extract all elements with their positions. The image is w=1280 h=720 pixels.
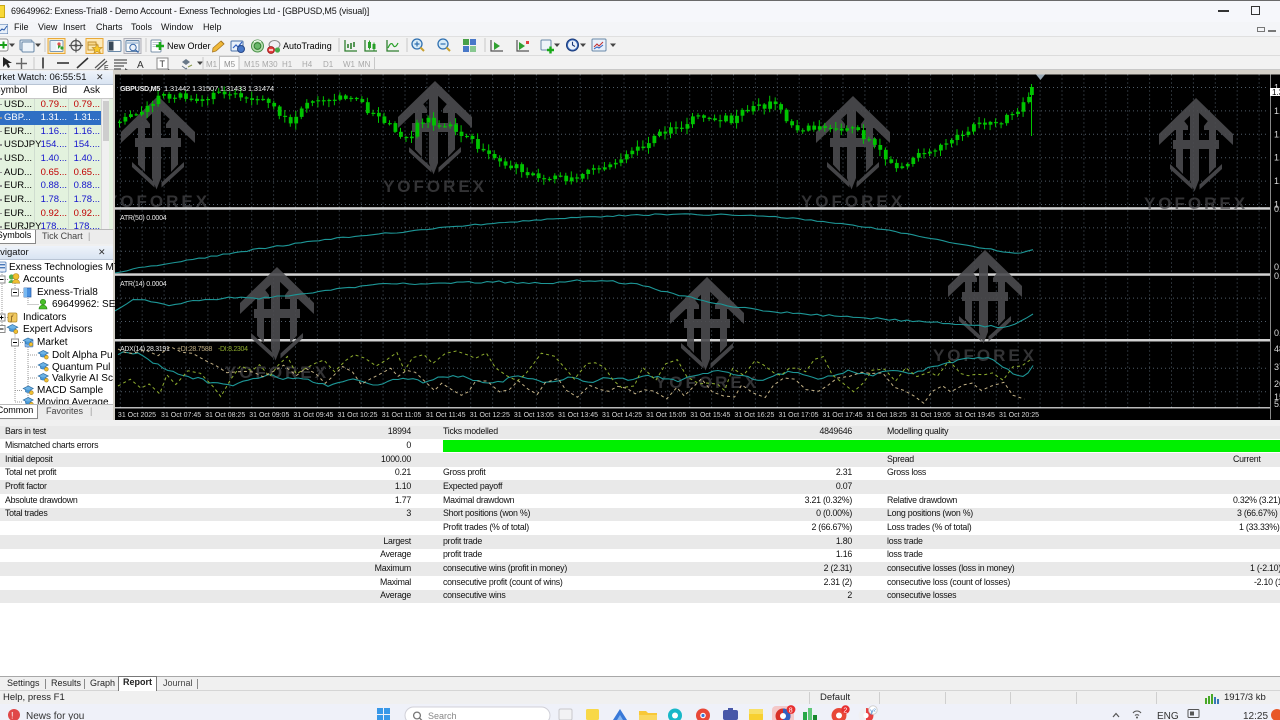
svg-text:ENG: ENG	[1157, 711, 1179, 720]
svg-text:31 Oct 20:25: 31 Oct 20:25	[999, 412, 1039, 419]
svg-text:31 Oct 11:05: 31 Oct 11:05	[382, 412, 422, 419]
svg-text:31 Oct 11:45: 31 Oct 11:45	[426, 412, 466, 419]
svg-text:y²: y²	[870, 708, 876, 715]
svg-text:ATR(50) 0.0004: ATR(50) 0.0004	[120, 215, 167, 222]
svg-text:31 Oct 15:45: 31 Oct 15:45	[690, 412, 730, 419]
svg-text:ATR(14) 0.0004: ATR(14) 0.0004	[120, 281, 167, 288]
svg-text:2: 2	[843, 707, 847, 714]
svg-text:YOFOREX: YOFOREX	[801, 192, 905, 211]
svg-text:31 Oct 16:25: 31 Oct 16:25	[734, 412, 774, 419]
svg-text:31 Oct 09:45: 31 Oct 09:45	[293, 412, 333, 419]
svg-text:-DI:8.2304: -DI:8.2304	[218, 346, 248, 353]
svg-text:0.0004: 0.0004	[1274, 271, 1280, 281]
svg-text:12:25: 12:25	[1243, 711, 1268, 720]
svg-text:W1: W1	[343, 60, 356, 69]
svg-text:0.0004: 0.0004	[1274, 204, 1280, 214]
svg-text:AutoTrading: AutoTrading	[283, 41, 332, 51]
svg-text:M15: M15	[244, 60, 260, 69]
svg-text:31 Oct 17:05: 31 Oct 17:05	[778, 412, 818, 419]
svg-text:31 Oct 18:25: 31 Oct 18:25	[867, 412, 907, 419]
svg-text:News for you: News for you	[26, 711, 84, 720]
svg-text:1.31440: 1.31440	[1274, 129, 1280, 139]
svg-text:31 Oct 13:45: 31 Oct 13:45	[558, 412, 598, 419]
svg-text:YOFOREX: YOFOREX	[383, 177, 487, 196]
svg-text:H1: H1	[282, 60, 293, 69]
svg-text:ADX(14) 28.3191: ADX(14) 28.3191	[120, 346, 170, 353]
svg-text:YOFOREX: YOFOREX	[115, 192, 210, 211]
svg-text:31 Oct 12:25: 31 Oct 12:25	[470, 412, 510, 419]
svg-text:48.2: 48.2	[1274, 344, 1280, 354]
svg-text:31 Oct 15:05: 31 Oct 15:05	[646, 412, 686, 419]
svg-text:0.0004: 0.0004	[1274, 328, 1280, 338]
svg-text:M30: M30	[262, 60, 278, 69]
svg-text:D1: D1	[323, 60, 334, 69]
svg-text:31 Oct 17:45: 31 Oct 17:45	[823, 412, 863, 419]
svg-text:1.31400: 1.31400	[1274, 176, 1280, 186]
svg-text:M1: M1	[206, 60, 218, 69]
svg-text:31 Oct 13:05: 31 Oct 13:05	[514, 412, 554, 419]
svg-text:26.0: 26.0	[1274, 379, 1280, 389]
svg-text:31 Oct 14:25: 31 Oct 14:25	[602, 412, 642, 419]
svg-text:GBPUSD,M5: GBPUSD,M5	[120, 84, 160, 93]
svg-text:1.31460: 1.31460	[1274, 106, 1280, 116]
svg-text:31 Oct 07:45: 31 Oct 07:45	[161, 412, 201, 419]
svg-text:YOFOREX: YOFOREX	[1144, 194, 1248, 213]
svg-text:31 Oct 19:05: 31 Oct 19:05	[911, 412, 951, 419]
svg-text:Search: Search	[428, 711, 457, 720]
svg-text:H4: H4	[302, 60, 313, 69]
svg-text:31 Oct 2025: 31 Oct 2025	[118, 412, 156, 419]
svg-text:1.3: 1.3	[1272, 88, 1280, 97]
svg-text:31 Oct 09:05: 31 Oct 09:05	[249, 412, 289, 419]
svg-text:1.31420: 1.31420	[1274, 153, 1280, 163]
svg-text:31 Oct 08:25: 31 Oct 08:25	[205, 412, 245, 419]
svg-text:New Order: New Order	[167, 41, 211, 51]
svg-text:+DI:28.7588: +DI:28.7588	[177, 346, 212, 353]
svg-text:T: T	[160, 59, 166, 69]
svg-text:MN: MN	[358, 60, 371, 69]
svg-text:31 Oct 19:45: 31 Oct 19:45	[955, 412, 995, 419]
svg-text:1.31442 1.31507 1.31433 1.3147: 1.31442 1.31507 1.31433 1.31474	[164, 84, 274, 93]
svg-text:31 Oct 10:25: 31 Oct 10:25	[337, 412, 377, 419]
svg-text:8: 8	[789, 708, 793, 715]
svg-text:37.1: 37.1	[1274, 362, 1280, 372]
svg-text:5.0: 5.0	[1274, 399, 1280, 409]
svg-text:M5: M5	[224, 60, 236, 69]
svg-text:!: !	[11, 711, 14, 720]
